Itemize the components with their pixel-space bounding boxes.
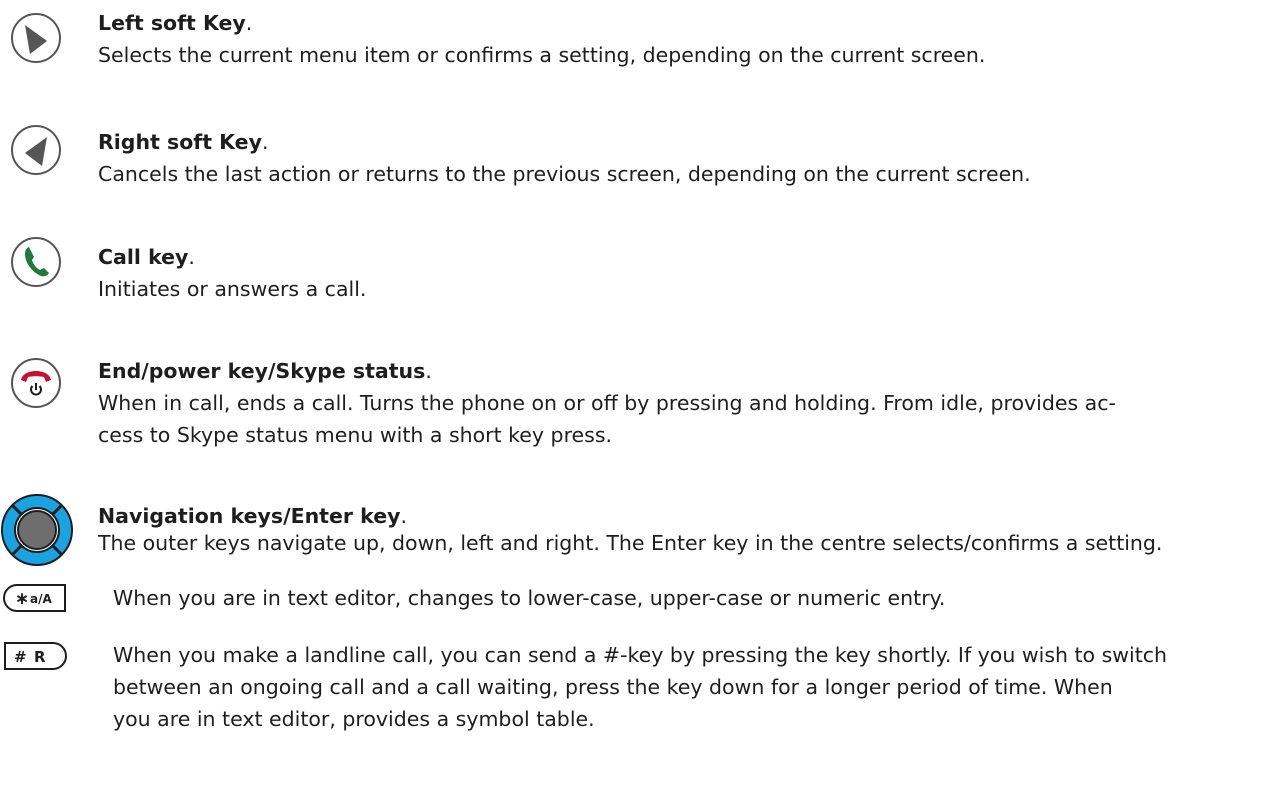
svg-text:#: # <box>14 648 27 666</box>
svg-text:∗: ∗ <box>15 589 29 609</box>
call-key-description: Initiates or answers a call. <box>98 277 367 301</box>
call-key-icon <box>11 237 61 287</box>
left-soft-key-description: Selects the current menu item or confirm… <box>98 43 986 67</box>
call-key-title: Call key. <box>98 245 195 269</box>
end-power-key-icon <box>11 358 61 408</box>
hash-key-description-line-3: you are in text editor, provides a symbo… <box>113 707 595 731</box>
navigation-keys-description: The outer keys navigate up, down, left a… <box>98 531 1163 555</box>
hash-key-description-line-2: between an ongoing call and a call waiti… <box>113 675 1113 699</box>
right-soft-key-description: Cancels the last action or returns to th… <box>98 162 1031 186</box>
left-soft-key-title: Left soft Key. <box>98 11 253 35</box>
end-power-key-title: End/power key/Skype status. <box>98 359 432 383</box>
star-key-description: When you are in text editor, changes to … <box>113 586 946 610</box>
hash-key-icon: # R <box>4 642 67 670</box>
star-key-icon: ∗ a/A <box>3 584 66 612</box>
svg-text:a/A: a/A <box>30 592 52 606</box>
end-power-key-description: When in call, ends a call. Turns the pho… <box>98 387 1116 451</box>
end-power-key-description-line-1: When in call, ends a call. Turns the pho… <box>98 391 1116 415</box>
navigation-keys-icon <box>1 494 73 566</box>
svg-text:R: R <box>34 648 46 666</box>
right-soft-key-icon <box>11 125 61 175</box>
hash-key-description-line-1: When you make a landline call, you can s… <box>113 643 1168 667</box>
left-soft-key-icon <box>11 13 61 63</box>
right-soft-key-title: Right soft Key. <box>98 130 269 154</box>
hash-key-description: When you make a landline call, you can s… <box>113 639 1167 735</box>
end-power-key-description-line-2: cess to Skype status menu with a short k… <box>98 423 613 447</box>
